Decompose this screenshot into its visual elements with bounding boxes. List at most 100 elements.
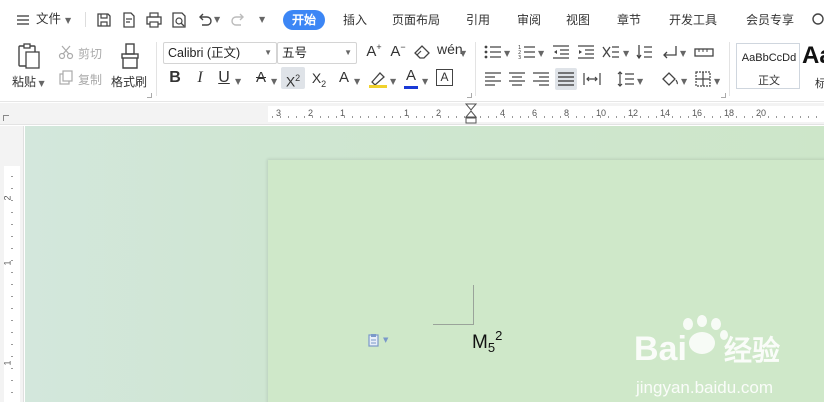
paragraph-group-expander[interactable] (721, 93, 726, 98)
grow-font-icon[interactable]: A+ (364, 42, 384, 62)
style-heading-name: 标 (815, 77, 824, 90)
numbering-icon[interactable]: 123 (518, 43, 536, 61)
font-color-icon[interactable]: A (401, 66, 421, 86)
scissors-icon[interactable] (57, 44, 75, 60)
highlight-icon[interactable] (367, 69, 389, 89)
justify-button[interactable] (555, 68, 577, 90)
ruler-tick-mark (744, 116, 745, 118)
increase-indent-icon[interactable] (577, 43, 595, 61)
ruler-tick-mark (11, 332, 13, 333)
subscript-button[interactable]: X2 (308, 68, 330, 89)
font-size-select[interactable]: 五号 ▼ (277, 42, 357, 64)
style-heading-preview[interactable]: Aa (802, 42, 824, 70)
char-border-icon[interactable]: A (436, 69, 453, 86)
paste-label[interactable]: 粘贴 ▼ (12, 73, 45, 90)
chevron-down-icon[interactable]: ▼ (538, 49, 544, 58)
tab-insert[interactable]: 插入 (343, 11, 367, 29)
indent-marker-icon[interactable] (465, 103, 477, 125)
format-painter-icon[interactable] (116, 42, 144, 70)
font-group-expander[interactable] (467, 93, 472, 98)
tab-sections[interactable]: 章节 (617, 11, 641, 29)
chevron-down-icon[interactable]: ▼ (504, 49, 510, 58)
chevron-down-icon[interactable]: ▼ (271, 77, 277, 86)
align-center-icon[interactable] (508, 70, 526, 88)
tab-member[interactable]: 会员专享 (746, 11, 794, 29)
superscript-button[interactable]: X2 (281, 67, 305, 90)
ruler-tick-mark (432, 116, 433, 118)
chevron-down-icon[interactable]: ▼ (460, 49, 466, 58)
tab-view[interactable]: 视图 (566, 11, 590, 29)
sort-icon[interactable] (636, 43, 654, 61)
phonetic-guide-icon[interactable]: wén (437, 41, 463, 61)
ruler-tick-mark (11, 344, 13, 345)
chevron-down-icon: ▼ (264, 48, 272, 57)
line-spacing-icon[interactable] (617, 70, 635, 88)
bold-icon[interactable]: B (165, 68, 185, 88)
bullets-icon[interactable] (484, 43, 502, 61)
chevron-down-icon[interactable]: ▼ (422, 77, 428, 86)
ruler-tick-label: 20 (756, 108, 767, 118)
chevron-down-icon[interactable]: ▼ (623, 49, 629, 58)
chevron-down-icon[interactable]: ▼ (714, 77, 720, 86)
tab-ruler-icon[interactable] (694, 43, 714, 61)
paragraph-mark-icon[interactable] (660, 43, 678, 61)
file-menu[interactable]: 文件 ▼ (36, 0, 71, 38)
print-icon[interactable] (145, 11, 163, 29)
undo-dropdown-icon[interactable]: ▼ (214, 15, 220, 24)
undo-icon[interactable] (195, 11, 213, 29)
save-icon[interactable] (95, 11, 113, 29)
ruler-tick-mark (400, 116, 401, 118)
shading-icon[interactable] (660, 70, 680, 88)
strikethrough-icon[interactable]: A (251, 68, 271, 88)
style-normal[interactable]: AaBbCcDd 正文 (736, 43, 800, 89)
tab-review[interactable]: 审阅 (517, 11, 541, 29)
tab-developer[interactable]: 开发工具 (669, 11, 717, 29)
style-normal-preview: AaBbCcDd (741, 52, 797, 64)
style-normal-name: 正文 (758, 74, 780, 87)
text-effect-icon[interactable]: A (334, 68, 354, 88)
align-left-icon[interactable] (484, 70, 502, 88)
document-text[interactable]: M52 (472, 328, 502, 355)
font-name-select[interactable]: Calibri (正文) ▼ (163, 42, 277, 64)
ruler-tick-mark (600, 116, 601, 118)
tab-home[interactable]: 开始 (283, 10, 326, 30)
ruler-tick-label: 1 (2, 360, 13, 366)
distribute-icon[interactable] (583, 70, 601, 88)
shrink-font-icon[interactable]: A− (388, 42, 408, 62)
tab-page-layout[interactable]: 页面布局 (392, 11, 440, 29)
chevron-down-icon[interactable]: ▼ (354, 77, 360, 86)
chevron-down-icon[interactable]: ▼ (680, 49, 686, 58)
chevron-down-icon[interactable]: ▼ (681, 77, 687, 86)
tab-references[interactable]: 引用 (466, 11, 490, 29)
copy-icon[interactable] (57, 70, 75, 86)
vertical-ruler[interactable]: 211 (0, 126, 24, 402)
search-icon[interactable] (808, 11, 824, 29)
ruler-tick-mark (328, 116, 329, 118)
paste-options-button[interactable]: ▼ (368, 333, 388, 347)
clipboard-group-expander[interactable] (147, 93, 152, 98)
ruler-tick-mark (696, 116, 697, 118)
align-right-icon[interactable] (532, 70, 550, 88)
underline-icon[interactable]: U (214, 68, 234, 88)
paste-button[interactable] (14, 41, 44, 71)
chinese-layout-icon[interactable] (601, 43, 621, 61)
print-preview-icon[interactable] (170, 11, 188, 29)
chevron-down-icon[interactable]: ▼ (637, 77, 643, 86)
cut-label[interactable]: 剪切 (78, 45, 102, 62)
customize-toolbar-icon[interactable]: ▼ (259, 15, 265, 24)
copy-label[interactable]: 复制 (78, 71, 102, 88)
chevron-down-icon[interactable]: ▼ (235, 77, 241, 86)
chevron-down-icon[interactable]: ▼ (390, 77, 396, 86)
italic-icon[interactable]: I (190, 68, 210, 88)
borders-icon[interactable] (694, 70, 712, 88)
hamburger-menu-icon[interactable] (14, 11, 32, 29)
ruler-tick-mark (624, 116, 625, 118)
ruler-tick-mark (11, 380, 13, 381)
decrease-indent-icon[interactable] (552, 43, 570, 61)
ruler-tick-label: 14 (660, 108, 671, 118)
clear-format-icon[interactable] (413, 43, 433, 61)
output-pdf-icon[interactable] (120, 11, 138, 29)
format-painter-label[interactable]: 格式刷 (111, 73, 147, 90)
ruler-tick-mark (11, 260, 13, 261)
horizontal-ruler[interactable]: 3 2 1 1 2 4 6 8 10 12 14 16 18 20 (0, 103, 824, 125)
